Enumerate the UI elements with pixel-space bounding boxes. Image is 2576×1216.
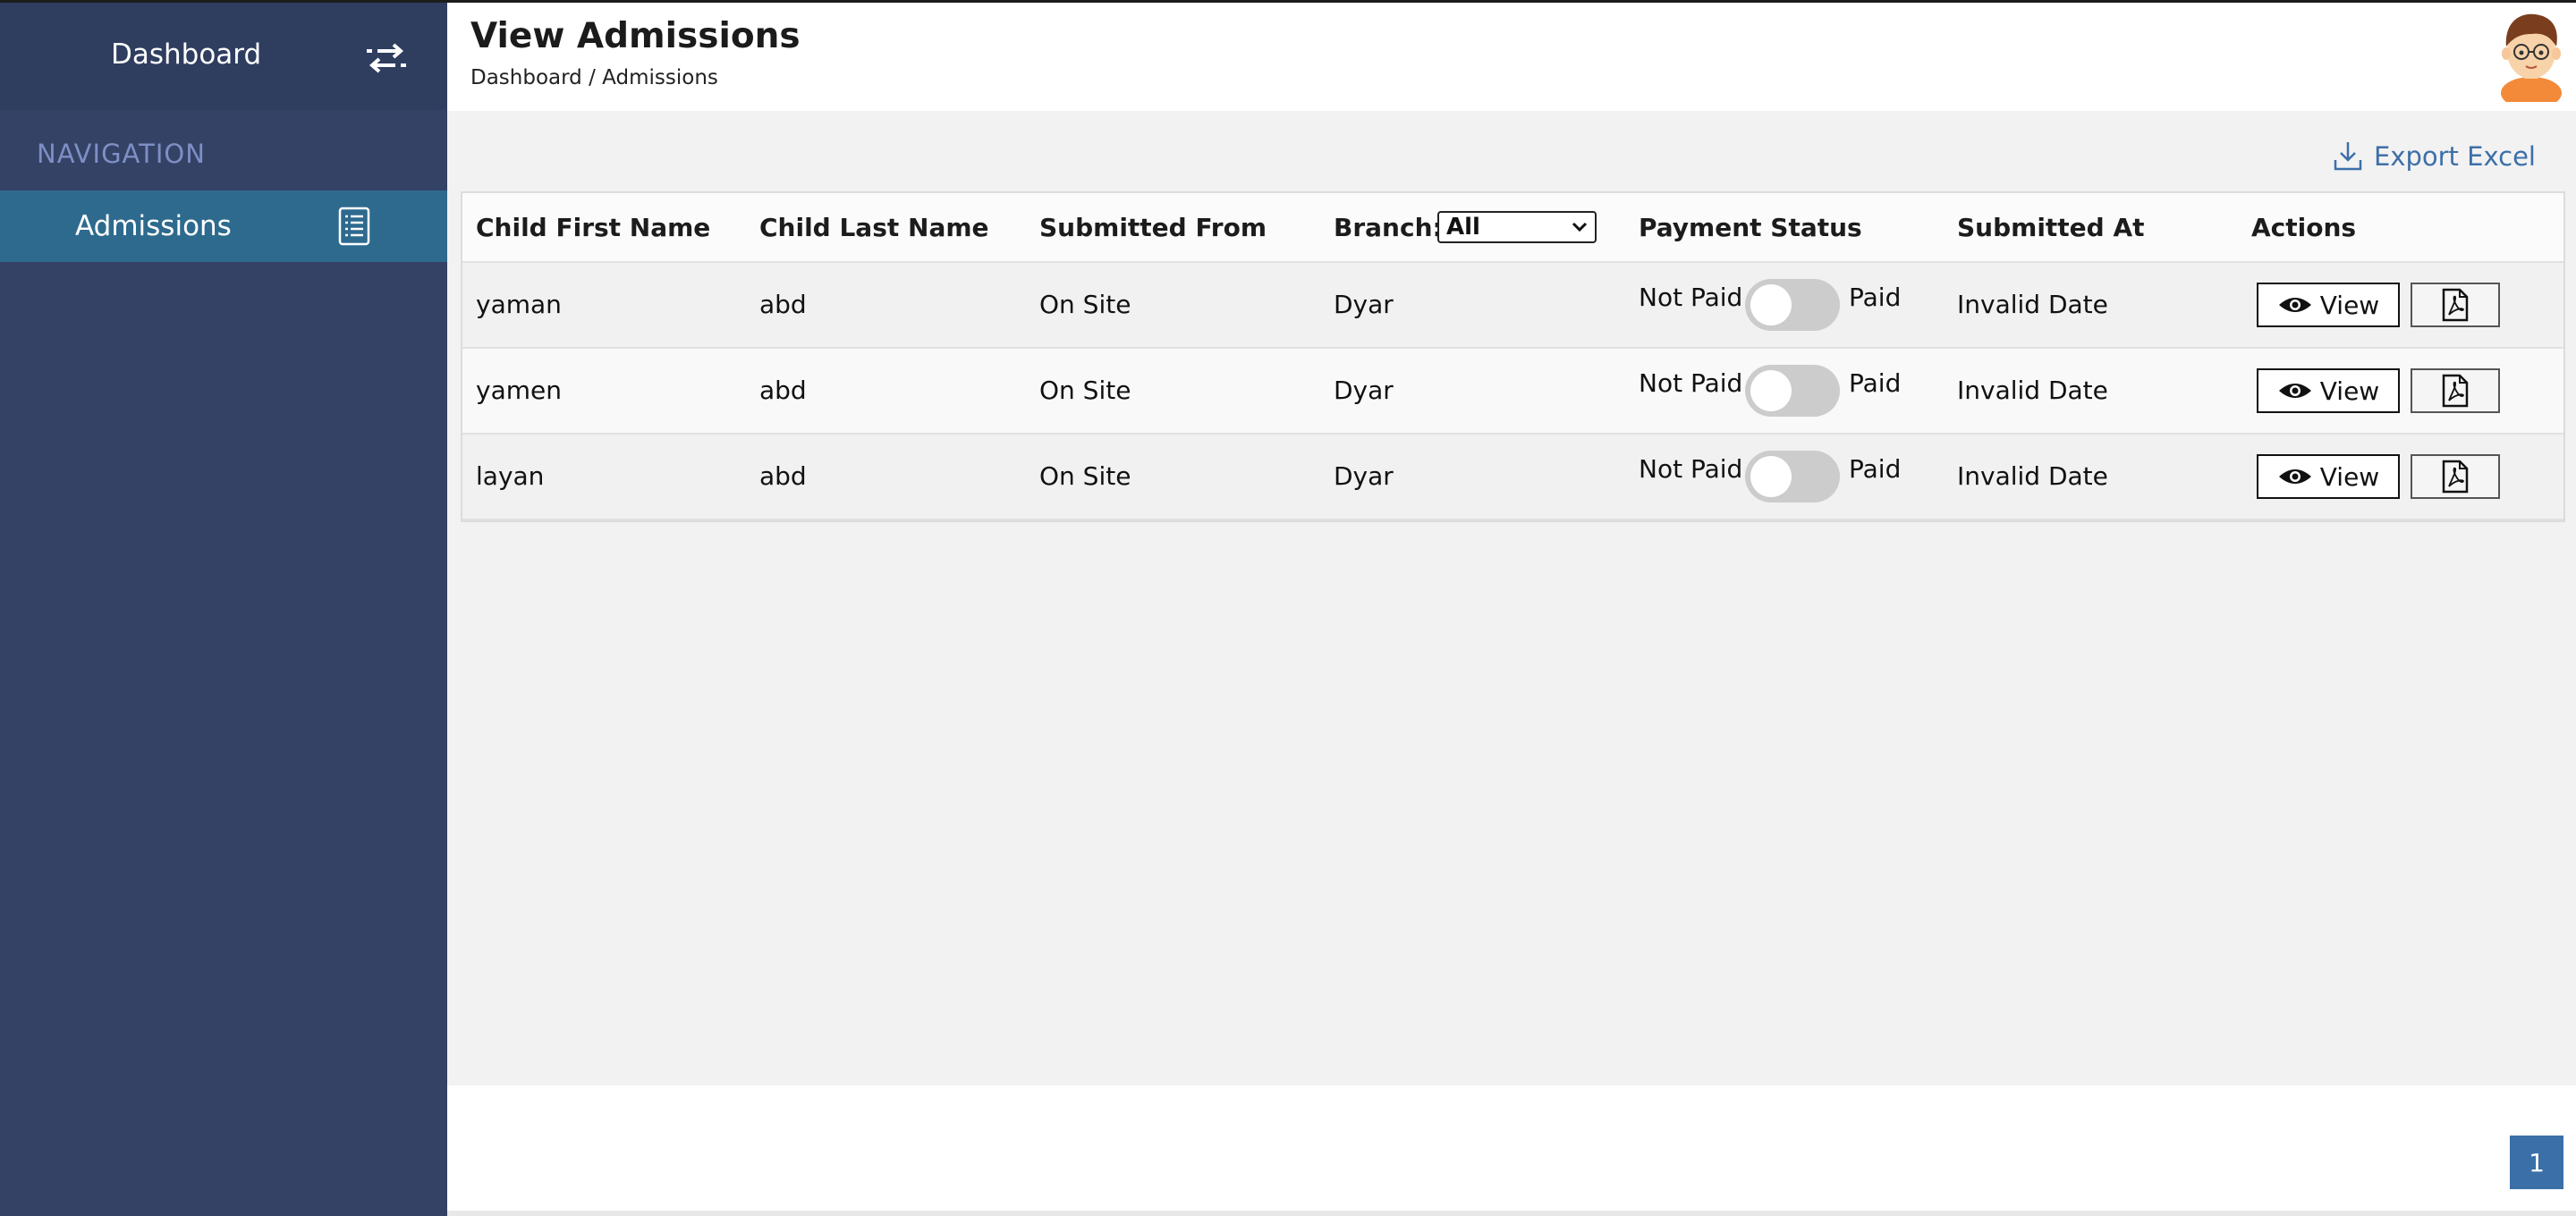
admissions-table: Child First Name Child Last Name Submitt… bbox=[461, 191, 2565, 522]
pdf-file-icon bbox=[2442, 288, 2469, 322]
table-row: layan abd On Site Dyar Not Paid Paid Inv… bbox=[462, 435, 2563, 520]
view-button-label: View bbox=[2319, 376, 2380, 406]
branch-filter-select[interactable]: All bbox=[1437, 211, 1597, 243]
col-header-submitted-from: Submitted From bbox=[1039, 213, 1267, 242]
pdf-download-button[interactable] bbox=[2411, 283, 2500, 327]
pdf-file-icon bbox=[2442, 460, 2469, 494]
view-button[interactable]: View bbox=[2257, 368, 2400, 413]
view-button[interactable]: View bbox=[2257, 454, 2400, 499]
view-button-label: View bbox=[2319, 290, 2380, 320]
eye-icon bbox=[2278, 384, 2311, 398]
pdf-download-button[interactable] bbox=[2411, 454, 2500, 499]
table-header-row: Child First Name Child Last Name Submitt… bbox=[462, 193, 2563, 263]
sidebar-item-admissions[interactable]: Admissions bbox=[0, 190, 447, 262]
actions-cell: View bbox=[1357, 263, 2555, 347]
breadcrumb-current: Admissions bbox=[602, 66, 718, 89]
chevron-down-icon bbox=[1572, 222, 1588, 232]
export-excel-button[interactable]: Export Excel bbox=[2333, 134, 2536, 179]
actions-cell: View bbox=[1357, 435, 2555, 519]
sidebar: Dashboard NAVIGATION Admissions bbox=[0, 3, 447, 1216]
view-button[interactable]: View bbox=[2257, 283, 2400, 327]
download-icon bbox=[2334, 142, 2362, 171]
actions-cell: View bbox=[1357, 349, 2555, 433]
pdf-file-icon bbox=[2442, 374, 2469, 408]
sidebar-header: Dashboard bbox=[0, 3, 447, 110]
view-button-label: View bbox=[2319, 461, 2380, 492]
pagination-page-button[interactable]: 1 bbox=[2510, 1136, 2563, 1189]
swap-arrows-icon[interactable] bbox=[365, 40, 408, 76]
col-header-submitted-at: Submitted At bbox=[1957, 213, 2145, 242]
export-excel-label: Export Excel bbox=[2374, 141, 2536, 172]
col-header-branch: Branch: bbox=[1334, 213, 1443, 242]
cell-first-name: layan bbox=[476, 461, 545, 491]
branch-filter-value: All bbox=[1446, 214, 1480, 241]
breadcrumb-home[interactable]: Dashboard bbox=[470, 66, 582, 89]
cell-submitted-from: On Site bbox=[1039, 290, 1131, 319]
cell-submitted-from: On Site bbox=[1039, 376, 1131, 405]
user-avatar-icon[interactable] bbox=[2496, 7, 2567, 102]
footer-divider bbox=[447, 1211, 2576, 1216]
pdf-download-button[interactable] bbox=[2411, 368, 2500, 413]
cell-submitted-from: On Site bbox=[1039, 461, 1131, 491]
breadcrumb-separator: / bbox=[581, 66, 603, 89]
col-header-last-name: Child Last Name bbox=[759, 213, 989, 242]
list-icon bbox=[338, 207, 370, 246]
table-row: yamen abd On Site Dyar Not Paid Paid Inv… bbox=[462, 349, 2563, 435]
col-header-first-name: Child First Name bbox=[476, 213, 711, 242]
cell-last-name: abd bbox=[759, 461, 807, 491]
table-row: yaman abd On Site Dyar Not Paid Paid Inv… bbox=[462, 263, 2563, 349]
cell-last-name: abd bbox=[759, 290, 807, 319]
cell-first-name: yaman bbox=[476, 290, 562, 319]
cell-last-name: abd bbox=[759, 376, 807, 405]
breadcrumb: Dashboard / Admissions bbox=[470, 66, 718, 89]
eye-icon bbox=[2278, 298, 2311, 312]
page-title: View Admissions bbox=[470, 16, 801, 56]
sidebar-title[interactable]: Dashboard bbox=[111, 38, 261, 71]
cell-first-name: yamen bbox=[476, 376, 562, 405]
sidebar-item-label: Admissions bbox=[75, 210, 232, 242]
eye-icon bbox=[2278, 469, 2311, 484]
nav-section-label: NAVIGATION bbox=[37, 139, 206, 169]
col-header-actions: Actions bbox=[2251, 213, 2357, 242]
col-header-payment-status: Payment Status bbox=[1639, 213, 1862, 242]
